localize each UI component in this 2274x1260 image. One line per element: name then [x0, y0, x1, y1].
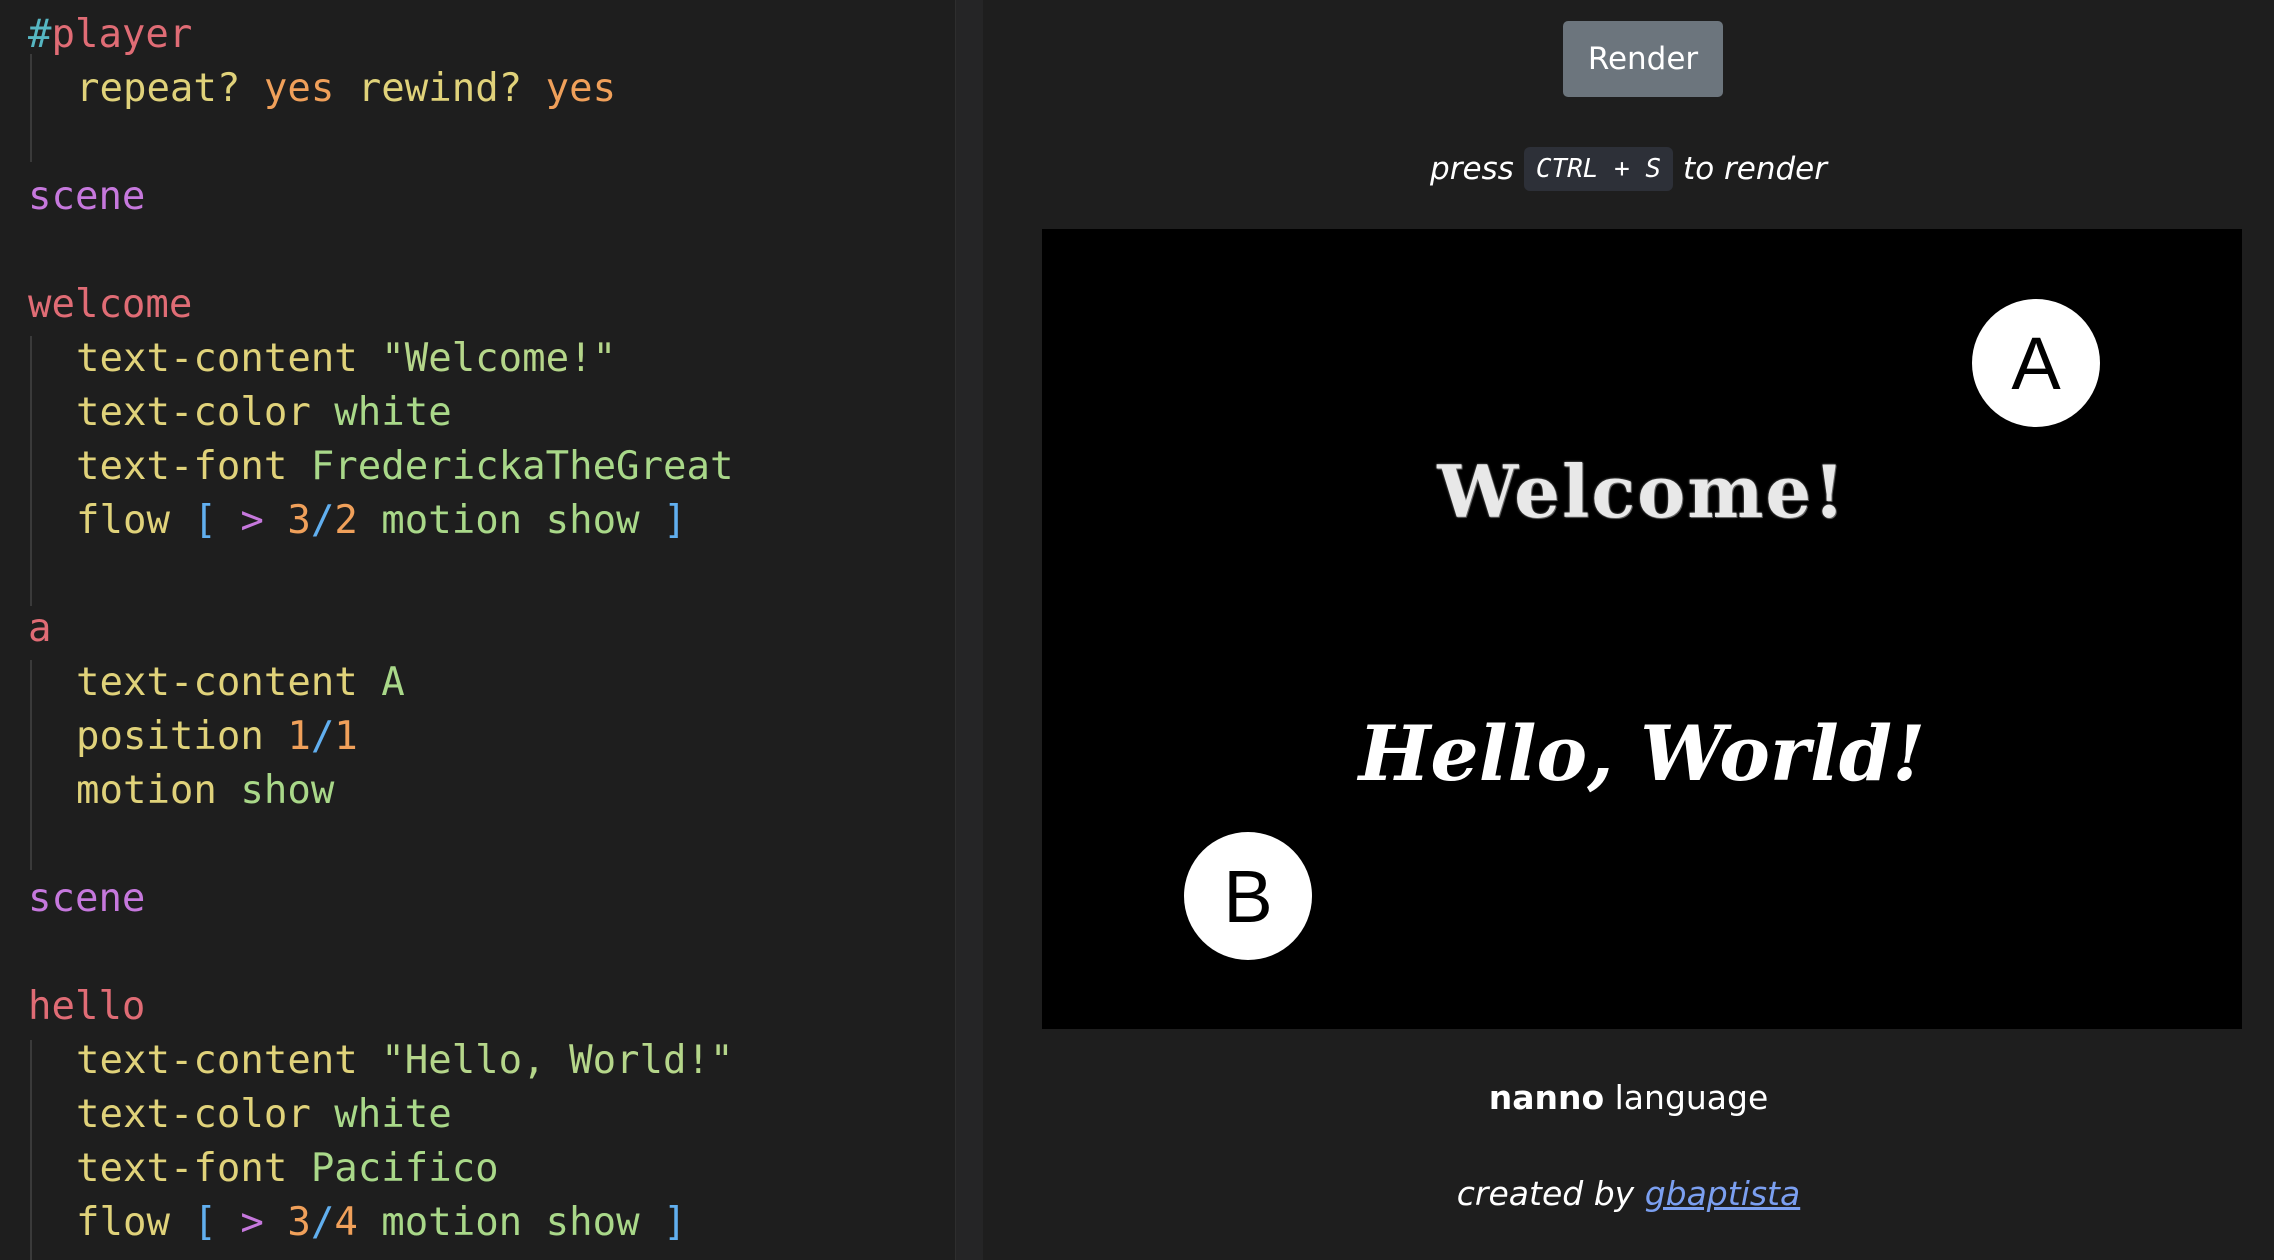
code-line-17: text-font Pacifico — [76, 1146, 499, 1191]
code-line-3: scene — [28, 174, 146, 219]
indent-guide — [30, 336, 32, 606]
circle-b: B — [1184, 832, 1312, 960]
brand-suffix: language — [1614, 1078, 1769, 1117]
code-line-9: a — [28, 606, 52, 651]
circle-a: A — [1972, 299, 2100, 427]
brand-line: nanno language — [983, 1070, 2274, 1126]
code-line-4: welcome — [28, 282, 193, 327]
code-line-5: text-content "Welcome!" — [76, 336, 617, 381]
hint-suffix: to render — [1683, 151, 1827, 187]
code-line-6: text-color white — [76, 390, 452, 435]
code-line-11: position 1/1 — [76, 714, 358, 759]
indent-guide — [30, 54, 32, 162]
brand-name: nanno — [1488, 1078, 1605, 1117]
credit-line: created by gbaptista — [983, 1166, 2274, 1222]
code-line-7: text-font FrederickaTheGreat — [76, 444, 734, 489]
code-line-8: flow [ > 3/2 motion show ] — [76, 498, 687, 543]
indent-guide — [30, 660, 32, 870]
code-editor[interactable]: #player repeat? yes rewind? yes scene we… — [0, 0, 955, 1260]
keyboard-shortcut: CTRL + S — [1523, 147, 1674, 191]
code-line-18: flow [ > 3/4 motion show ] — [76, 1200, 687, 1245]
author-link[interactable]: gbaptista — [1645, 1174, 1801, 1213]
hello-text: Hello, World! — [1358, 709, 1926, 798]
render-canvas: A Welcome! Hello, World! B — [1042, 229, 2242, 1029]
panel-divider[interactable] — [955, 0, 983, 1260]
code-line-2: repeat? yes rewind? yes — [76, 66, 617, 111]
code-line-14: hello — [28, 984, 146, 1029]
render-button[interactable]: Render — [1563, 21, 1723, 97]
indent-guide — [30, 1040, 32, 1260]
code-line-12: motion show — [76, 768, 335, 813]
code-line-10: text-content A — [76, 660, 405, 705]
code-line-16: text-color white — [76, 1092, 452, 1137]
code-line-15: text-content "Hello, World!" — [76, 1038, 734, 1083]
welcome-text: Welcome! — [1437, 449, 1847, 534]
code-line-13: scene — [28, 876, 146, 921]
hint-prefix: press — [1430, 151, 1514, 187]
code-line-1: #player — [28, 12, 193, 57]
render-hint: press CTRL + S to render — [983, 144, 2274, 194]
credit-prefix: created by — [1456, 1174, 1635, 1213]
